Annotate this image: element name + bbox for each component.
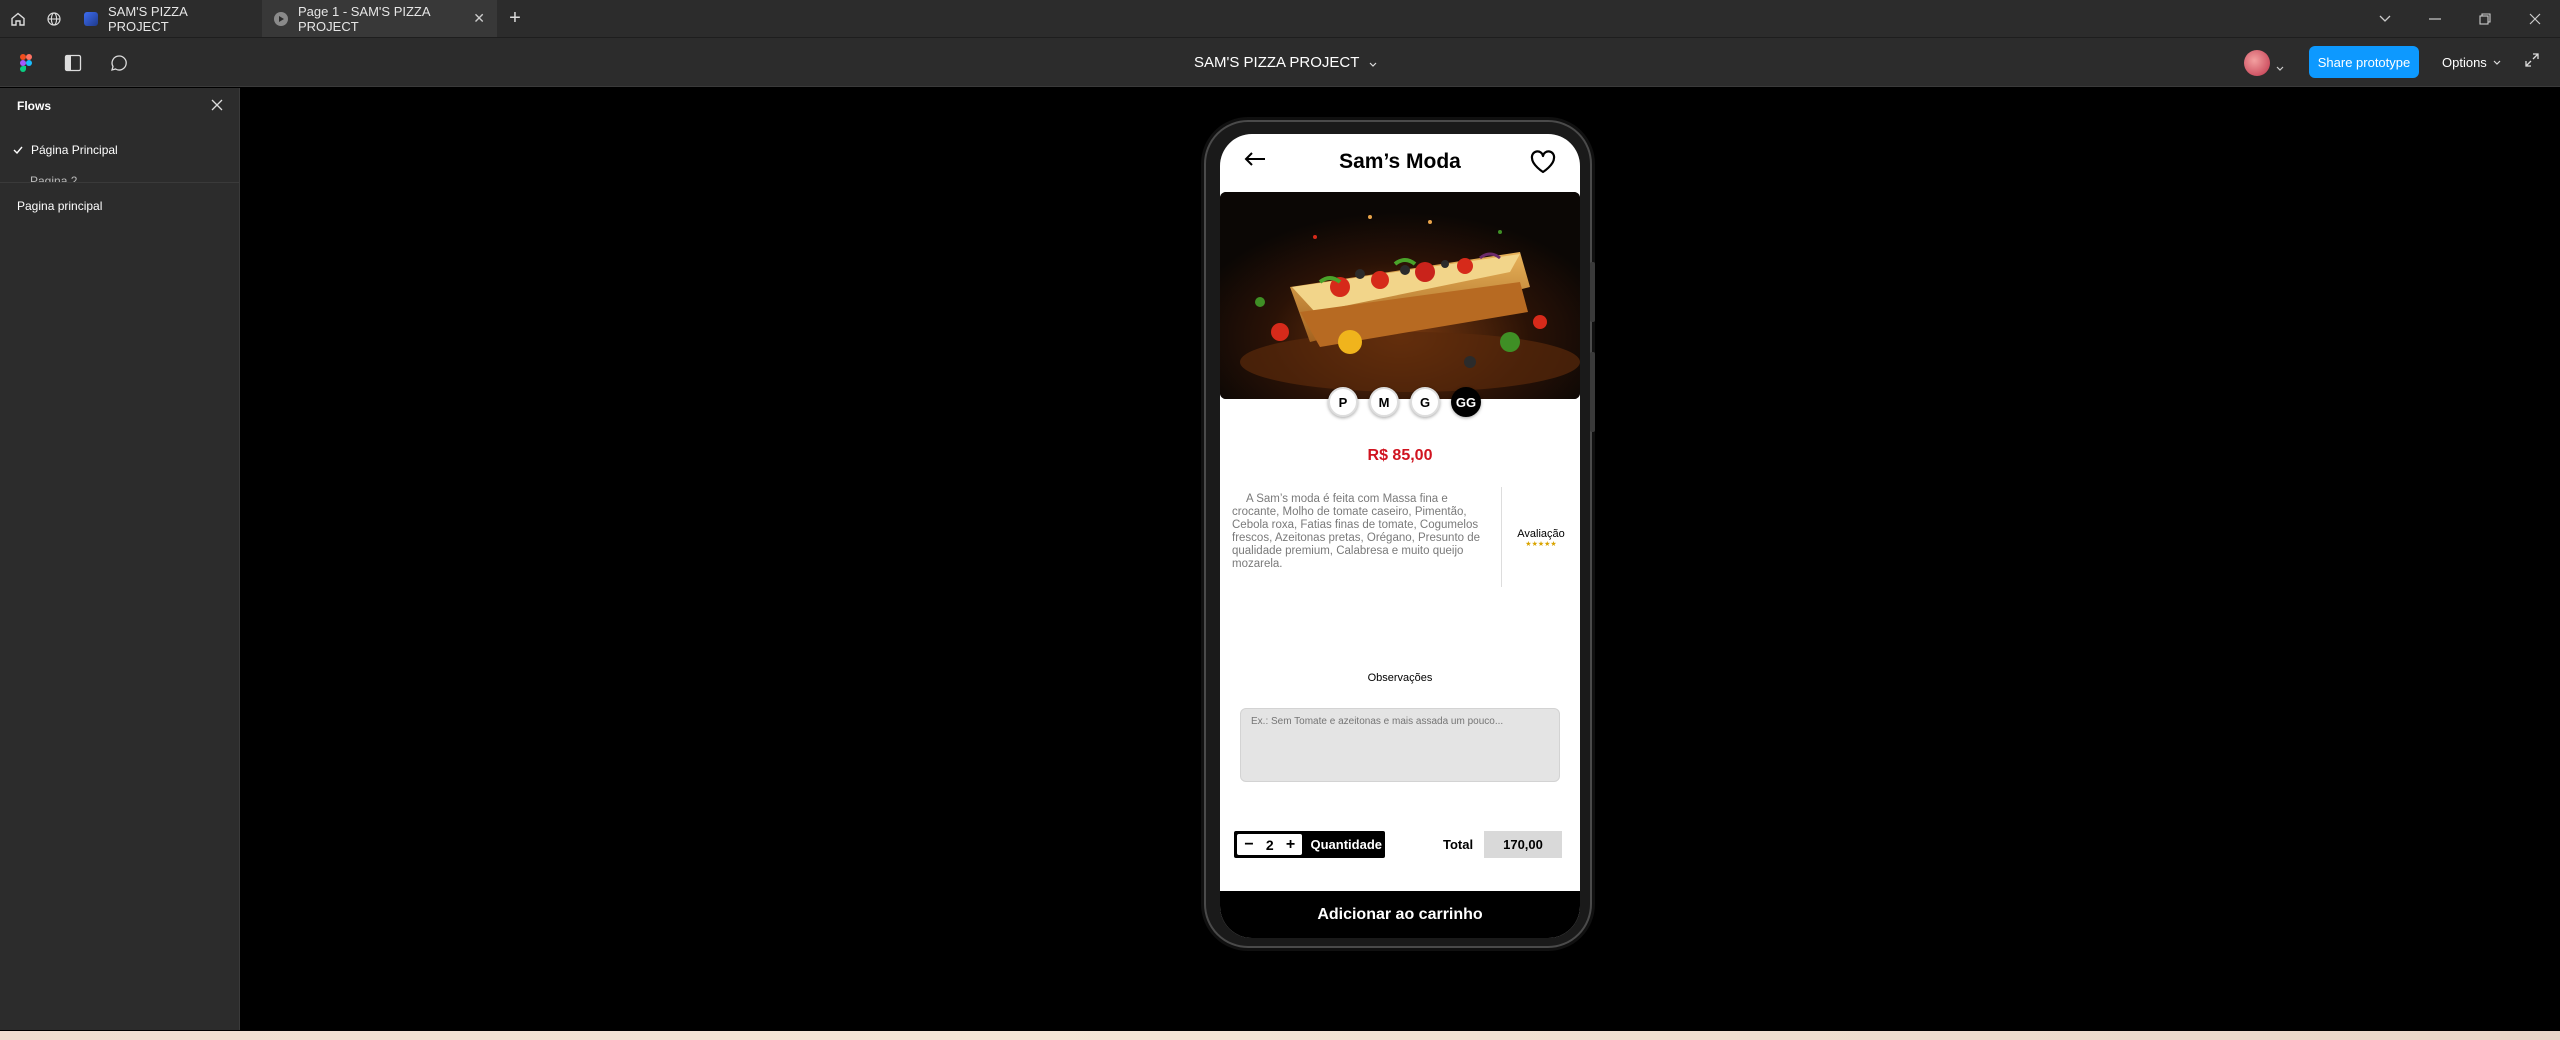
chevron-down-icon [1369, 54, 1377, 71]
total-value: 170,00 [1484, 831, 1562, 858]
observations-label: Observações [1367, 672, 1433, 684]
rating: Avaliação ★★★★★ [1506, 528, 1576, 548]
phone-side-button [1590, 262, 1595, 322]
observations-input[interactable] [1240, 708, 1560, 782]
product-description: A Sam’s moda é feita com Massa fina e cr… [1232, 493, 1481, 570]
increment-button[interactable]: + [1281, 836, 1299, 854]
browser-tab-strip: SAM'S PIZZA PROJECT Page 1 - SAM'S PIZZA… [0, 0, 2560, 37]
minimize-icon[interactable] [2410, 0, 2460, 37]
size-selector: P M G GG [1328, 387, 1481, 417]
total-label: Total [1443, 837, 1474, 852]
sidebar-heading: Flows [17, 99, 52, 113]
app-screen: Sam’s Moda P M G GG R$ 85,00 A Sam’s mod… [1220, 134, 1580, 938]
add-to-cart-button[interactable]: Adicionar ao carrinho [1220, 891, 1580, 938]
heart-icon[interactable] [1530, 150, 1556, 179]
chevron-down-icon[interactable] [2276, 58, 2284, 76]
options-menu[interactable]: Options [2442, 55, 2501, 70]
app-header: Sam’s Moda [1220, 134, 1580, 192]
globe-icon[interactable] [36, 0, 72, 37]
avatar[interactable] [2244, 50, 2270, 76]
flow-item-label: Página Principal [31, 143, 118, 157]
taskbar-edge [0, 1031, 2560, 1040]
share-prototype-button[interactable]: Share prototype [2309, 46, 2419, 78]
page-item-pagina-principal[interactable]: Pagina principal [17, 199, 102, 213]
decrement-button[interactable]: − [1240, 836, 1258, 854]
rating-label: Avaliação [1517, 528, 1565, 540]
quantity-stepper: − 2 + Quantidade [1234, 831, 1385, 858]
quantity-label: Quantidade [1310, 837, 1382, 852]
home-icon[interactable] [0, 0, 36, 37]
project-title-label: SAM'S PIZZA PROJECT [1194, 54, 1360, 71]
play-icon [274, 11, 288, 26]
size-option-g[interactable]: G [1410, 387, 1440, 417]
divider [1501, 487, 1502, 587]
star-rating-icon: ★★★★★ [1525, 541, 1557, 548]
tab-label: SAM'S PIZZA PROJECT [108, 3, 188, 34]
divider [0, 182, 240, 183]
close-tab-icon[interactable]: ✕ [473, 10, 485, 27]
project-title[interactable]: SAM'S PIZZA PROJECT [1194, 54, 1377, 71]
figma-logo-icon[interactable] [13, 50, 39, 76]
tab-label: Page 1 - SAM'S PIZZA PROJECT [298, 3, 430, 34]
restore-icon[interactable] [2460, 0, 2510, 37]
price: R$ 85,00 [1367, 447, 1433, 464]
options-label: Options [2442, 55, 2487, 70]
pizza-image [1220, 192, 1580, 399]
quantity-value: 2 [1265, 836, 1274, 853]
tab-prototype-page[interactable]: Page 1 - SAM'S PIZZA PROJECT ✕ [262, 0, 497, 37]
comment-icon[interactable] [106, 50, 132, 76]
figma-file-icon [84, 11, 98, 26]
close-window-icon[interactable] [2510, 0, 2560, 37]
check-icon [13, 146, 23, 154]
phone-frame: Sam’s Moda P M G GG R$ 85,00 A Sam’s mod… [1204, 120, 1595, 948]
fullscreen-icon[interactable] [2524, 52, 2540, 73]
prototype-toolbar: SAM'S PIZZA PROJECT Share prototype Opti… [0, 37, 2560, 87]
size-option-m[interactable]: M [1369, 387, 1399, 417]
tab-list-chevron-icon[interactable] [2360, 0, 2410, 37]
size-option-gg[interactable]: GG [1451, 387, 1481, 417]
flow-item-pagina-2[interactable]: Pagina 2 [30, 175, 77, 182]
size-option-p[interactable]: P [1328, 387, 1358, 417]
flow-item-pagina-principal[interactable]: Página Principal [13, 143, 118, 157]
close-icon[interactable] [210, 98, 224, 117]
store-title: Sam’s Moda [1339, 150, 1461, 173]
tab-project-file[interactable]: SAM'S PIZZA PROJECT [72, 0, 262, 37]
phone-side-button [1590, 352, 1595, 432]
new-tab-button[interactable]: + [497, 0, 533, 37]
toggle-sidebar-icon[interactable] [60, 50, 86, 76]
chevron-down-icon [2493, 60, 2501, 65]
quantity-control: − 2 + [1237, 834, 1303, 855]
flows-sidebar: Flows Página Principal Pagina 2 Pagina p… [0, 88, 240, 1030]
